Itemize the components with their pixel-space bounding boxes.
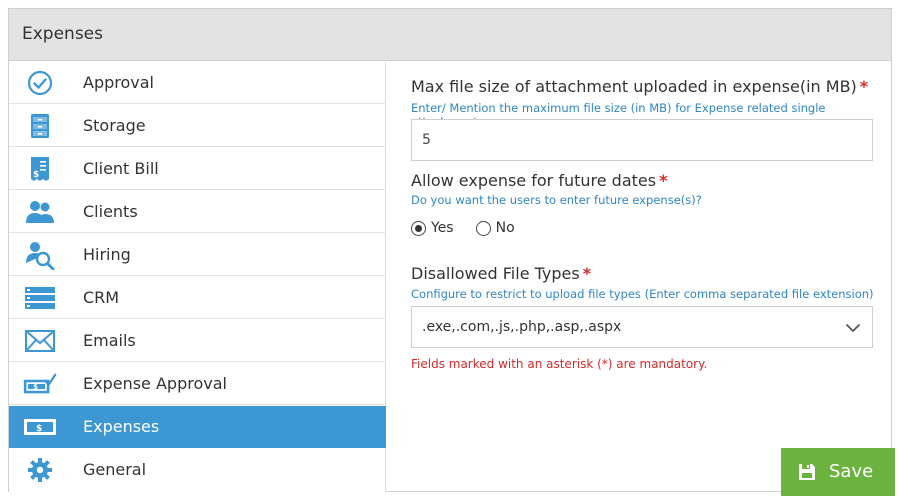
save-button[interactable]: Save: [781, 448, 895, 496]
disallowed-types-select[interactable]: .exe,.com,.js,.php,.asp,.aspx: [411, 306, 873, 348]
sidebar-item-crm[interactable]: CRM: [9, 277, 386, 319]
sidebar-item-approval[interactable]: Approval: [9, 62, 386, 104]
radio-circle[interactable]: [475, 220, 491, 236]
future-dates-label: Allow expense for future dates *: [411, 171, 668, 190]
sidebar-item-label: Client Bill: [83, 159, 159, 178]
envelope-icon: [23, 327, 57, 355]
sidebar: Approval Storage $ Client Bill Clients H…: [9, 62, 386, 492]
panel-title: Expenses: [22, 24, 103, 44]
radio-no-label: No: [495, 220, 515, 236]
mandatory-note: Fields marked with an asterisk (*) are m…: [411, 357, 708, 371]
cabinet-icon: [23, 112, 57, 140]
radio-yes-label: Yes: [431, 220, 454, 236]
sidebar-item-label: Expense Approval: [83, 374, 227, 393]
sidebar-item-expenses[interactable]: $ Expenses: [9, 406, 386, 448]
required-mark: *: [659, 171, 668, 190]
check-circle-icon: [23, 69, 57, 97]
sidebar-item-emails[interactable]: Emails: [9, 320, 386, 362]
svg-text:$: $: [36, 424, 42, 434]
disallowed-types-value: .exe,.com,.js,.php,.asp,.aspx: [422, 319, 622, 335]
sidebar-item-label: Hiring: [83, 245, 131, 264]
required-mark: *: [859, 77, 869, 96]
disallowed-types-help: Configure to restrict to upload file typ…: [411, 287, 874, 301]
sidebar-item-label: General: [83, 460, 147, 479]
expense-approval-icon: $: [23, 370, 57, 398]
settings-form: Max file size of attachment uploaded in …: [387, 62, 895, 496]
max-size-input[interactable]: [411, 119, 873, 161]
floppy-disk-icon: [797, 462, 817, 482]
future-dates-help: Do you want the users to enter future ex…: [411, 193, 702, 207]
radio-no[interactable]: No: [475, 220, 515, 236]
radio-yes[interactable]: Yes: [411, 220, 454, 236]
sidebar-item-hiring[interactable]: Hiring: [9, 234, 386, 276]
panel-header: Expenses: [9, 9, 891, 61]
future-dates-radio-group: Yes No: [411, 217, 537, 239]
sidebar-item-label: CRM: [83, 288, 120, 307]
hiring-icon: [23, 241, 57, 270]
bill-icon: $: [23, 155, 57, 183]
sidebar-item-clients[interactable]: Clients: [9, 191, 386, 233]
sidebar-item-label: Storage: [83, 116, 146, 135]
expenses-panel: Expenses Approval Storage $ Client Bill: [8, 8, 895, 496]
radio-circle[interactable]: [411, 220, 426, 236]
required-mark: *: [582, 264, 592, 283]
crm-icon: [23, 284, 57, 312]
sidebar-item-expense-approval[interactable]: $ Expense Approval: [9, 363, 386, 405]
sidebar-item-storage[interactable]: Storage: [9, 105, 386, 147]
money-icon: $: [23, 413, 57, 441]
svg-text:$: $: [33, 170, 39, 180]
save-button-label: Save: [829, 461, 874, 482]
sidebar-item-client-bill[interactable]: $ Client Bill: [9, 148, 386, 190]
sidebar-item-label: Approval: [83, 73, 154, 92]
gear-icon: [23, 456, 57, 484]
sidebar-item-label: Emails: [83, 331, 136, 350]
clients-icon: [23, 198, 57, 226]
svg-text:$: $: [33, 383, 38, 391]
max-size-label: Max file size of attachment uploaded in …: [411, 77, 869, 96]
sidebar-item-label: Expenses: [83, 417, 160, 436]
sidebar-item-general[interactable]: General: [9, 449, 386, 491]
disallowed-types-label: Disallowed File Types *: [411, 264, 592, 283]
radio-selected-dot: [415, 224, 422, 232]
chevron-down-icon[interactable]: [844, 319, 862, 337]
sidebar-item-label: Clients: [83, 202, 138, 221]
